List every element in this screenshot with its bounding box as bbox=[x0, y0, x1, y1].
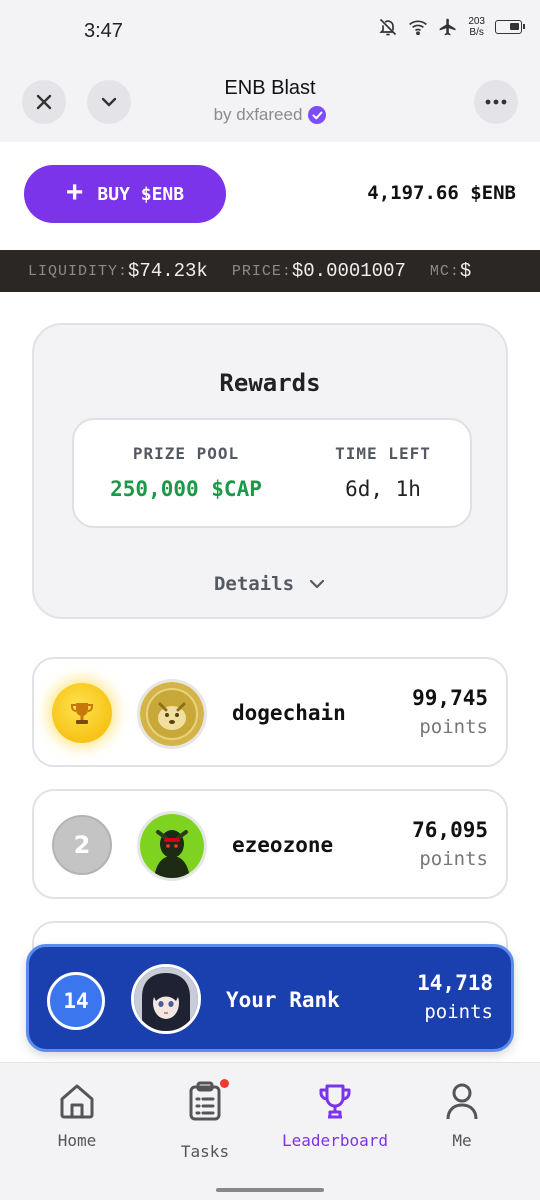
nav-home[interactable]: Home bbox=[50, 1081, 104, 1150]
nav-home-label: Home bbox=[57, 1131, 97, 1150]
home-indicator[interactable] bbox=[216, 1188, 324, 1192]
time-left-value: 6d, 1h bbox=[345, 477, 421, 501]
character-avatar bbox=[140, 814, 204, 878]
token-balance: 4,197.66 $ENB bbox=[367, 182, 516, 204]
points-block: 99,745 points bbox=[412, 686, 488, 738]
avatar bbox=[137, 811, 207, 881]
prize-pool-box: PRIZE POOL 250,000 $CAP TIME LEFT 6d, 1h bbox=[72, 418, 472, 528]
trophy-icon bbox=[319, 1084, 351, 1119]
app-author: by dxfareed bbox=[213, 105, 303, 124]
your-rank-label: Your Rank bbox=[226, 988, 340, 1012]
bell-off-icon bbox=[378, 17, 398, 37]
leaderboard-row[interactable]: dogechain 99,745 points bbox=[32, 657, 508, 767]
price-ticker: LIQUIDITY: $74.23k PRICE: $0.0001007 MC:… bbox=[0, 250, 540, 292]
username: ezeozone bbox=[232, 833, 334, 857]
mc-label: MC: bbox=[429, 262, 460, 280]
user-icon bbox=[446, 1083, 478, 1120]
battery-icon bbox=[495, 20, 525, 34]
prize-pool-value: 250,000 $CAP bbox=[110, 477, 262, 501]
nav-leaderboard-label: Leaderboard bbox=[282, 1131, 388, 1150]
clipboard-icon bbox=[189, 1081, 221, 1121]
details-toggle[interactable]: Details bbox=[34, 573, 506, 595]
points-unit: points bbox=[419, 848, 488, 870]
buy-label: BUY $ENB bbox=[97, 183, 185, 205]
avatar bbox=[137, 679, 207, 749]
points-unit: points bbox=[424, 1001, 493, 1023]
anime-avatar bbox=[134, 967, 198, 1031]
airplane-icon bbox=[438, 17, 458, 37]
buy-button[interactable]: + BUY $ENB bbox=[24, 165, 226, 223]
liquidity-label: LIQUIDITY: bbox=[28, 262, 129, 280]
your-rank-number: 14 bbox=[47, 972, 105, 1030]
leaderboard-row[interactable]: 2 ezeozone 76,095 points bbox=[32, 789, 508, 899]
gold-medal bbox=[52, 683, 112, 743]
more-button[interactable] bbox=[474, 80, 518, 124]
verified-icon bbox=[308, 106, 327, 124]
notification-dot bbox=[220, 1079, 229, 1088]
wifi-icon bbox=[408, 18, 428, 36]
price-label: PRICE: bbox=[231, 262, 292, 280]
points-block: 14,718 points bbox=[417, 971, 493, 1023]
main-content[interactable]: + BUY $ENB 4,197.66 $ENB LIQUIDITY: $74.… bbox=[0, 142, 540, 1062]
points-block: 76,095 points bbox=[412, 818, 488, 870]
prize-pool-column: PRIZE POOL 250,000 $CAP bbox=[96, 444, 276, 501]
app-title: ENB Blast bbox=[224, 77, 316, 99]
status-time: 3:47 bbox=[84, 20, 123, 42]
status-icons: 203 B/s bbox=[378, 16, 525, 38]
net-speed: 203 B/s bbox=[468, 16, 485, 38]
nav-me-label: Me bbox=[452, 1131, 472, 1150]
time-left-column: TIME LEFT 6d, 1h bbox=[318, 444, 448, 501]
your-rank-card[interactable]: 14 Your Rank 14,718 points bbox=[26, 944, 514, 1052]
status-bar: 3:47 203 B/s bbox=[0, 0, 540, 62]
mc-value: $ bbox=[459, 260, 472, 282]
price-value: $0.0001007 bbox=[291, 260, 406, 282]
points-unit: points bbox=[419, 716, 488, 738]
points-value: 76,095 bbox=[412, 818, 488, 842]
points-value: 14,718 bbox=[417, 971, 493, 995]
tasks-icon-wrap bbox=[187, 1079, 229, 1126]
more-icon bbox=[485, 99, 507, 105]
details-label: Details bbox=[213, 573, 295, 595]
home-icon bbox=[60, 1084, 94, 1119]
doge-coin-avatar bbox=[140, 682, 204, 746]
rewards-card: Rewards PRIZE POOL 250,000 $CAP TIME LEF… bbox=[32, 323, 508, 619]
trophy-icon bbox=[71, 703, 93, 724]
app-subtitle: by dxfareed bbox=[0, 105, 540, 125]
nav-me[interactable]: Me bbox=[438, 1081, 486, 1150]
points-value: 99,745 bbox=[412, 686, 488, 710]
liquidity-value: $74.23k bbox=[128, 260, 208, 282]
nav-tasks[interactable]: Tasks bbox=[172, 1079, 238, 1161]
prize-pool-label: PRIZE POOL bbox=[132, 444, 240, 463]
plus-icon: + bbox=[65, 175, 84, 209]
nav-tasks-label: Tasks bbox=[180, 1142, 230, 1161]
rewards-title: Rewards bbox=[219, 369, 321, 397]
username: dogechain bbox=[232, 701, 346, 725]
bottom-nav: Home Tasks Leaderboard Me bbox=[0, 1062, 540, 1200]
time-left-label: TIME LEFT bbox=[335, 444, 431, 463]
rank-badge: 2 bbox=[52, 815, 112, 875]
avatar bbox=[131, 964, 201, 1034]
app-header: ENB Blast by dxfareed bbox=[0, 62, 540, 142]
chevron-down-icon bbox=[309, 579, 325, 589]
nav-leaderboard[interactable]: Leaderboard bbox=[270, 1081, 400, 1150]
